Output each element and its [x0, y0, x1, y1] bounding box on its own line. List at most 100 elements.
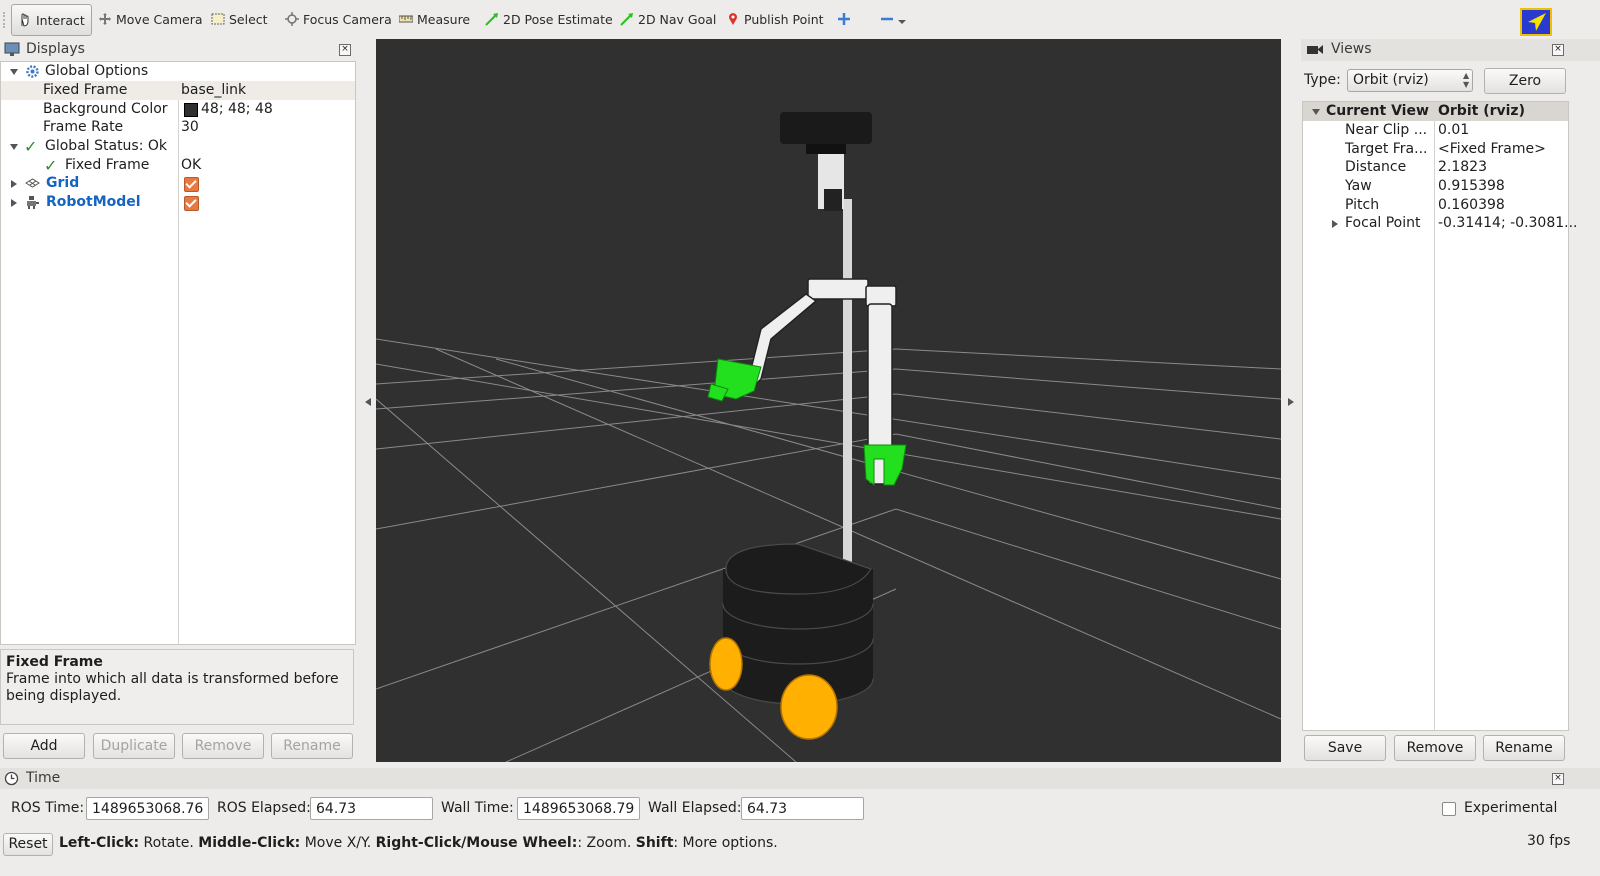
rename-display-button[interactable]: Rename — [271, 733, 353, 759]
expand-arrow-icon[interactable] — [11, 199, 17, 207]
expand-arrow-icon[interactable] — [11, 180, 17, 188]
tree-row-target-frame[interactable]: Target Fra... <Fixed Frame> — [1303, 140, 1568, 159]
tree-label: Current View — [1326, 103, 1429, 119]
hint-action: Rotate. — [139, 835, 199, 851]
property-name: Fixed Frame — [65, 157, 150, 173]
collapse-right-arrow-icon[interactable] — [1288, 398, 1294, 406]
render-viewport[interactable] — [376, 39, 1281, 762]
expand-arrow-icon[interactable] — [10, 144, 18, 150]
property-value[interactable]: 2.1823 — [1438, 158, 1487, 177]
property-name: Focal Point — [1345, 215, 1421, 231]
ros-elapsed-field[interactable]: 64.73 — [310, 797, 433, 820]
rename-view-button[interactable]: Rename — [1483, 735, 1565, 761]
ros-elapsed-label: ROS Elapsed: — [217, 800, 311, 816]
expand-arrow-icon[interactable] — [1332, 220, 1338, 228]
hint-action: Move X/Y. — [300, 835, 376, 851]
tree-row-near-clip[interactable]: Near Clip ... 0.01 — [1303, 121, 1568, 140]
grid-enabled-checkbox[interactable] — [184, 177, 199, 192]
expand-arrow-icon[interactable] — [10, 69, 18, 75]
tool-label: 2D Nav Goal — [638, 11, 717, 27]
rviz-logo — [1520, 8, 1552, 36]
tree-row-frame-rate[interactable]: Frame Rate 30 — [1, 118, 355, 137]
displays-panel: Displays × Global Options Fixed Frame ba… — [0, 39, 362, 769]
close-icon[interactable]: × — [1552, 44, 1564, 56]
tree-row-global-status[interactable]: ✓ Global Status: Ok — [1, 137, 355, 156]
remove-display-button[interactable]: Remove — [182, 733, 264, 759]
remove-view-button[interactable]: Remove — [1394, 735, 1476, 761]
tool-publish-point[interactable]: Publish Point — [726, 4, 824, 34]
hint-key: Middle-Click: — [198, 835, 301, 851]
tree-row-fixed-frame[interactable]: Fixed Frame base_link — [1, 81, 355, 100]
property-value[interactable]: -0.31414; -0.3081... — [1438, 214, 1578, 233]
toolbar-grip — [3, 12, 8, 28]
close-icon[interactable]: × — [339, 44, 351, 56]
experimental-checkbox[interactable] — [1442, 802, 1456, 816]
property-value[interactable]: 48; 48; 48 — [201, 100, 273, 119]
collapse-left-arrow-icon[interactable] — [365, 398, 371, 406]
property-value: Orbit (rviz) — [1438, 103, 1525, 119]
tree-row-robot-model[interactable]: RobotModel — [1, 193, 355, 212]
tree-row-distance[interactable]: Distance 2.1823 — [1303, 158, 1568, 177]
property-value[interactable]: 0.160398 — [1438, 196, 1505, 215]
property-name: Frame Rate — [43, 119, 124, 135]
checkmark-icon: ✓ — [44, 156, 58, 175]
views-title-bar: Views × — [1301, 39, 1600, 61]
displays-title-bar: Displays × — [0, 39, 362, 61]
save-view-button[interactable]: Save — [1304, 735, 1386, 761]
add-display-button[interactable]: Add — [3, 733, 85, 759]
expand-arrow-icon[interactable] — [1312, 109, 1320, 115]
color-swatch[interactable] — [184, 103, 198, 117]
select-icon — [211, 13, 225, 25]
property-value[interactable]: base_link — [181, 81, 246, 100]
zero-view-button[interactable]: Zero — [1484, 68, 1566, 94]
tool-label: 2D Pose Estimate — [503, 11, 613, 27]
duplicate-display-button[interactable]: Duplicate — [93, 733, 175, 759]
tree-row-current-view[interactable]: Current View Orbit (rviz) — [1303, 102, 1568, 121]
robot-mast — [843, 199, 852, 599]
tool-focus-camera[interactable]: Focus Camera — [285, 4, 392, 34]
wall-elapsed-label: Wall Elapsed: — [648, 800, 742, 816]
tool-select[interactable]: Select — [211, 4, 268, 34]
tool-2d-pose-estimate[interactable]: 2D Pose Estimate — [485, 4, 613, 34]
tree-row-grid[interactable]: Grid — [1, 174, 355, 193]
property-value[interactable]: 0.01 — [1438, 121, 1469, 140]
remove-tool-button[interactable] — [880, 4, 906, 34]
tree-row-yaw[interactable]: Yaw 0.915398 — [1303, 177, 1568, 196]
focus-camera-icon — [285, 12, 299, 26]
hint-key: Left-Click: — [59, 835, 140, 851]
property-value[interactable]: 30 — [181, 118, 199, 137]
reset-button[interactable]: Reset — [3, 833, 53, 856]
chevron-down-icon — [898, 20, 906, 24]
close-icon[interactable]: × — [1552, 773, 1564, 785]
tool-interact[interactable]: Interact — [11, 4, 92, 36]
property-value: OK — [181, 157, 202, 173]
wall-time-field[interactable]: 1489653068.79 — [517, 797, 640, 820]
views-title: Views — [1331, 41, 1372, 57]
tree-row-focal-point[interactable]: Focal Point -0.31414; -0.3081... — [1303, 214, 1578, 233]
property-value[interactable]: <Fixed Frame> — [1438, 140, 1546, 159]
mouse-hint-text: Left-Click: Rotate. Middle-Click: Move X… — [59, 835, 778, 851]
tree-row-background-color[interactable]: Background Color 48; 48; 48 — [1, 100, 355, 119]
property-name: Background Color — [43, 101, 168, 117]
property-value[interactable]: 0.915398 — [1438, 177, 1505, 196]
tree-row-global-options[interactable]: Global Options — [1, 62, 355, 81]
tool-measure[interactable]: Measure — [399, 4, 470, 34]
add-tool-button[interactable] — [837, 4, 851, 34]
robot-model-enabled-checkbox[interactable] — [184, 196, 199, 211]
tool-label: Move Camera — [116, 11, 203, 27]
tool-label: Focus Camera — [303, 11, 392, 27]
tree-label: RobotModel — [46, 194, 141, 210]
tree-row-status-fixed-frame[interactable]: ✓ Fixed Frame OK — [1, 156, 355, 175]
tool-2d-nav-goal[interactable]: 2D Nav Goal — [620, 4, 716, 34]
hint-action: : Zoom. — [577, 835, 636, 851]
tree-label: Global Status: Ok — [45, 138, 168, 154]
help-box: Fixed Frame Frame into which all data is… — [0, 649, 354, 725]
rviz-logo-icon — [1528, 13, 1546, 31]
views-tree: Current View Orbit (rviz) Near Clip ... … — [1302, 101, 1578, 731]
move-camera-icon — [99, 13, 111, 25]
tool-move-camera[interactable]: Move Camera — [98, 4, 203, 34]
view-type-select[interactable]: Orbit (rviz) ▲ ▼ — [1347, 69, 1473, 92]
ros-time-field[interactable]: 1489653068.76 — [86, 797, 209, 820]
wall-elapsed-field[interactable]: 64.73 — [741, 797, 864, 820]
tree-row-pitch[interactable]: Pitch 0.160398 — [1303, 196, 1568, 215]
